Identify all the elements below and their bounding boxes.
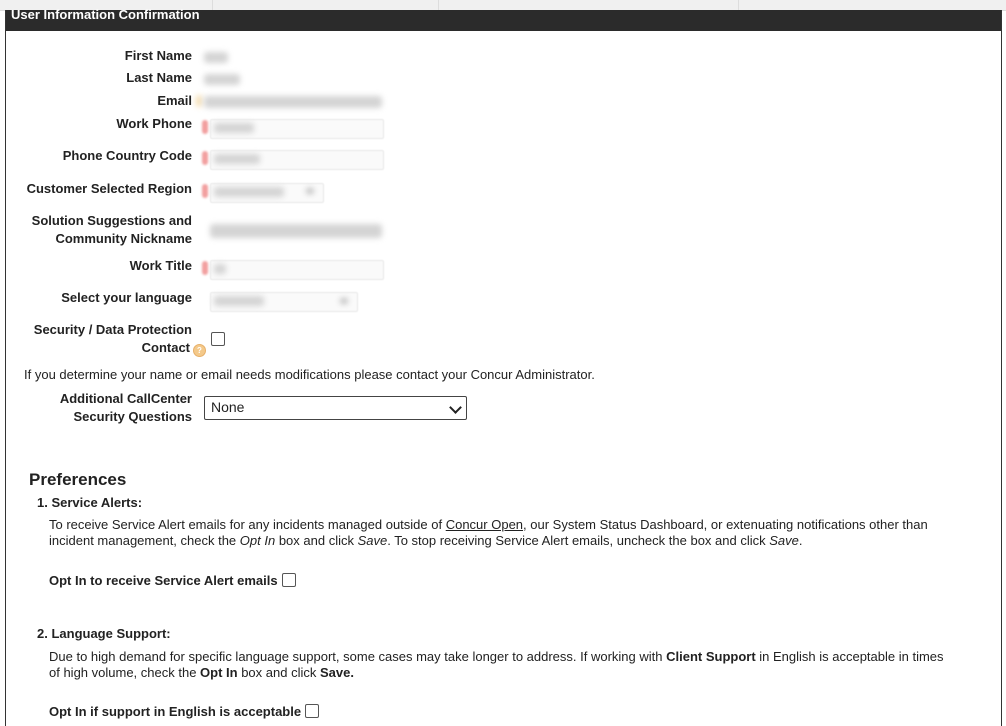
chevron-down-icon bbox=[306, 188, 314, 194]
last-name-value bbox=[204, 74, 240, 85]
nickname-row: Solution Suggestions and Community Nickn… bbox=[6, 213, 192, 249]
language-row: Select your language bbox=[6, 290, 192, 310]
service-alerts-opt-in-label: Opt In to receive Service Alert emails bbox=[49, 573, 278, 588]
text-fragment: Save. bbox=[319, 665, 354, 680]
text-fragment: Opt In bbox=[239, 533, 276, 548]
callcenter-label-line1: Additional CallCenter bbox=[59, 391, 192, 406]
text-fragment: To receive Service Alert emails for any … bbox=[49, 517, 446, 532]
email-label: Email bbox=[157, 93, 192, 108]
language-support-opt-in-row: Opt In if support in English is acceptab… bbox=[49, 704, 320, 719]
text-fragment: Opt In bbox=[200, 665, 238, 680]
language-support-description: Due to high demand for specific language… bbox=[49, 649, 949, 681]
top-strip-divider bbox=[438, 0, 439, 10]
security-contact-checkbox[interactable] bbox=[211, 332, 225, 346]
service-alerts-description: To receive Service Alert emails for any … bbox=[49, 517, 949, 549]
callcenter-security-select[interactable]: None bbox=[204, 396, 467, 420]
customer-region-value bbox=[214, 187, 284, 197]
admin-contact-note: If you determine your name or email need… bbox=[24, 367, 595, 382]
work-title-value bbox=[214, 264, 226, 274]
email-value bbox=[204, 96, 382, 108]
top-strip-divider bbox=[212, 0, 213, 10]
first-name-value bbox=[204, 52, 228, 63]
chevron-down-icon bbox=[340, 298, 348, 304]
work-title-input[interactable] bbox=[210, 260, 384, 280]
panel-header: User Information Confirmation bbox=[6, 7, 1001, 31]
phone-country-code-row: Phone Country Code bbox=[6, 148, 192, 168]
email-row: Email bbox=[6, 93, 192, 113]
required-marker bbox=[202, 261, 208, 275]
panel-title: User Information Confirmation bbox=[11, 7, 200, 22]
phone-country-code-value bbox=[214, 154, 260, 164]
service-alerts-opt-in-row: Opt In to receive Service Alert emails bbox=[49, 573, 296, 588]
text-fragment: Client Support bbox=[666, 649, 756, 664]
text-fragment: . To stop receiving Service Alert emails… bbox=[387, 533, 770, 548]
required-marker bbox=[202, 184, 208, 198]
language-label: Select your language bbox=[61, 290, 192, 305]
email-help-icon bbox=[196, 95, 202, 107]
concur-open-link[interactable]: Concur Open bbox=[446, 517, 523, 532]
top-strip-divider bbox=[738, 0, 739, 10]
work-title-row: Work Title bbox=[6, 258, 192, 278]
work-phone-value bbox=[214, 123, 254, 133]
first-name-row: First Name bbox=[6, 48, 192, 68]
security-label-line2: Contact bbox=[141, 340, 190, 355]
last-name-label: Last Name bbox=[126, 70, 192, 85]
last-name-row: Last Name bbox=[6, 70, 192, 90]
work-phone-label: Work Phone bbox=[116, 116, 192, 131]
nickname-label-line2: Community Nickname bbox=[55, 231, 192, 246]
user-info-panel: User Information Confirmation First Name… bbox=[5, 7, 1002, 726]
text-fragment: box and click bbox=[275, 533, 358, 548]
language-support-heading: 2. Language Support: bbox=[37, 626, 171, 641]
service-alerts-opt-in-checkbox[interactable] bbox=[281, 573, 296, 587]
work-phone-row: Work Phone bbox=[6, 116, 192, 136]
help-icon[interactable]: ? bbox=[193, 344, 206, 357]
language-support-opt-in-label: Opt In if support in English is acceptab… bbox=[49, 704, 302, 719]
chevron-down-icon bbox=[449, 401, 462, 414]
customer-region-row: Customer Selected Region bbox=[6, 181, 192, 201]
preferences-title: Preferences bbox=[29, 470, 127, 489]
work-title-label: Work Title bbox=[129, 258, 192, 273]
security-contact-row: Security / Data Protection Contact? bbox=[6, 322, 206, 358]
security-label-line1: Security / Data Protection bbox=[33, 322, 192, 337]
first-name-label: First Name bbox=[124, 48, 192, 63]
nickname-value bbox=[210, 224, 382, 238]
text-fragment: Save bbox=[769, 533, 799, 548]
customer-region-label: Customer Selected Region bbox=[26, 181, 192, 196]
callcenter-row: Additional CallCenter Security Questions bbox=[6, 391, 192, 427]
text-fragment: Save bbox=[357, 533, 388, 548]
text-fragment: . bbox=[798, 533, 803, 548]
required-marker bbox=[202, 151, 208, 165]
phone-country-code-label: Phone Country Code bbox=[62, 148, 192, 163]
security-label-line2-wrap: Contact? bbox=[142, 340, 206, 357]
required-marker bbox=[202, 120, 208, 134]
callcenter-label-line2: Security Questions bbox=[73, 409, 192, 424]
language-support-opt-in-checkbox[interactable] bbox=[305, 704, 320, 718]
callcenter-selected-value: None bbox=[211, 399, 245, 415]
service-alerts-heading: 1. Service Alerts: bbox=[37, 495, 143, 510]
text-fragment: box and click bbox=[237, 665, 320, 680]
nickname-label-line1: Solution Suggestions and bbox=[31, 213, 192, 228]
text-fragment: Due to high demand for specific language… bbox=[49, 649, 667, 664]
language-value bbox=[214, 296, 264, 306]
